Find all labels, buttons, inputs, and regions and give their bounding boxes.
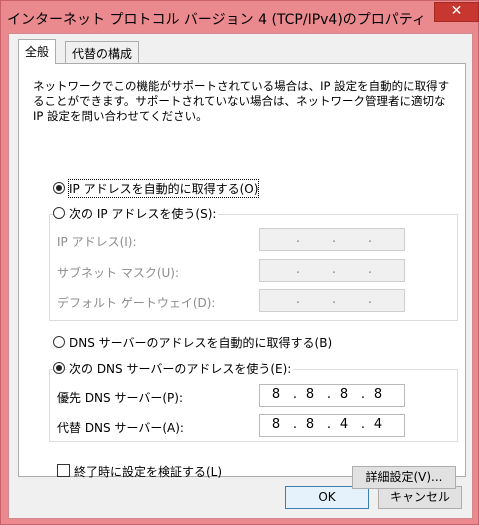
tab-general[interactable]: 全般	[18, 39, 57, 64]
ip-dot: .	[367, 231, 373, 246]
dialog-window: インターネット プロトコル バージョン 4 (TCP/IPv4)のプロパティ ✕…	[0, 0, 479, 525]
ip-auto-label[interactable]: IP アドレスを自動的に取得する(O)	[67, 179, 260, 198]
default-gateway-label: デフォルト ゲートウェイ(D):	[57, 296, 216, 310]
ip-octet[interactable]: 4	[332, 417, 356, 432]
ip-dot: .	[331, 231, 337, 246]
ip-octet[interactable]: 8	[264, 417, 288, 432]
validate-checkbox[interactable]	[57, 464, 70, 477]
dns-manual-label[interactable]: 次の DNS サーバーのアドレスを使う(E):	[67, 360, 294, 377]
description-text: ネットワークでこの機能がサポートされている場合は、IP 設定を自動的に取得するこ…	[33, 79, 450, 123]
ip-address-label: IP アドレス(I):	[57, 235, 137, 249]
subnet-mask-label: サブネット マスク(U):	[57, 266, 180, 280]
dns-auto-label[interactable]: DNS サーバーのアドレスを自動的に取得する(B)	[69, 334, 332, 351]
ip-dot: .	[367, 262, 373, 277]
alternate-dns-label: 代替 DNS サーバー(A):	[57, 421, 184, 435]
tab-alternate-config[interactable]: 代替の構成	[65, 41, 140, 63]
title-bar[interactable]: インターネット プロトコル バージョン 4 (TCP/IPv4)のプロパティ ✕	[1, 1, 479, 33]
preferred-dns-label: 優先 DNS サーバー(P):	[57, 391, 183, 405]
window-title: インターネット プロトコル バージョン 4 (TCP/IPv4)のプロパティ	[7, 12, 426, 28]
ok-button[interactable]: OK	[285, 486, 369, 509]
ip-dot: .	[331, 262, 337, 277]
ip-auto-radio[interactable]	[53, 182, 65, 194]
ip-octet[interactable]: 8	[332, 387, 356, 402]
alternate-dns-field[interactable]: 8 . 8 . 4 . 4	[259, 414, 405, 437]
cancel-button[interactable]: キャンセル	[378, 486, 462, 509]
subnet-mask-field: . . .	[259, 259, 405, 282]
ip-octet[interactable]: 8	[298, 387, 322, 402]
ip-octet[interactable]: 4	[366, 417, 390, 432]
tab-alternate-config-label: 代替の構成	[72, 47, 133, 61]
ip-dot: .	[295, 231, 301, 246]
ip-octet[interactable]: 8	[264, 387, 288, 402]
default-gateway-field: . . .	[259, 289, 405, 312]
ip-address-field: . . .	[259, 228, 405, 251]
tab-general-label: 全般	[25, 45, 50, 59]
ip-dot: .	[367, 292, 373, 307]
ip-octet[interactable]: 8	[298, 417, 322, 432]
dns-auto-radio[interactable]	[53, 336, 65, 348]
ip-dot: .	[295, 292, 301, 307]
close-button[interactable]: ✕	[434, 2, 479, 22]
ip-dot: .	[331, 292, 337, 307]
preferred-dns-field[interactable]: 8 . 8 . 8 . 8	[259, 384, 405, 407]
general-panel: ネットワークでこの機能がサポートされている場合は、IP 設定を自動的に取得するこ…	[18, 63, 466, 489]
ip-manual-label[interactable]: 次の IP アドレスを使う(S):	[67, 205, 219, 222]
dns-manual-radio[interactable]	[53, 362, 65, 374]
ip-manual-radio[interactable]	[53, 207, 65, 219]
ip-dot: .	[295, 262, 301, 277]
advanced-button[interactable]: 詳細設定(V)...	[352, 466, 456, 489]
dialog-client: 全般 代替の構成 ネットワークでこの機能がサポートされている場合は、IP 設定を…	[8, 33, 473, 519]
validate-label[interactable]: 終了時に設定を検証する(L)	[74, 463, 222, 480]
ip-octet[interactable]: 8	[366, 387, 390, 402]
